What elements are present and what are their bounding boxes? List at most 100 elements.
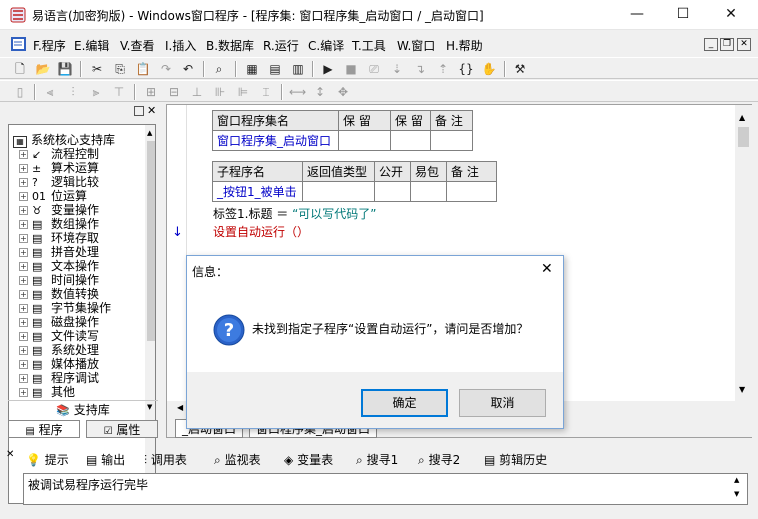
expand-icon[interactable]: + <box>19 234 28 243</box>
scroll-up-icon[interactable]: ▲ <box>147 129 152 137</box>
expand-icon[interactable]: + <box>19 206 28 215</box>
tree-item[interactable]: + ♉ 变量操作 <box>19 203 99 217</box>
expand-icon[interactable]: + <box>19 332 28 341</box>
align-left-icon[interactable]: ⫷ <box>42 84 58 100</box>
align-right-icon[interactable]: ⫸ <box>88 84 104 100</box>
expand-icon[interactable]: + <box>19 248 28 257</box>
mdi-close-button[interactable]: ✕ <box>737 38 751 51</box>
cut-icon[interactable]: ✂ <box>89 61 105 77</box>
scroll-thumb[interactable] <box>147 141 155 341</box>
scroll-down-icon[interactable]: ▼ <box>734 490 739 498</box>
sub-package-cell[interactable] <box>410 181 447 202</box>
tab-call-stack[interactable]: ⫶ 调用表 <box>144 451 187 468</box>
debug-icon[interactable]: ⚒ <box>512 61 528 77</box>
new-file-icon[interactable]: 🗋 <box>12 61 28 77</box>
layout-3-icon[interactable]: ▥ <box>290 61 306 77</box>
center-h-icon[interactable]: ⊞ <box>143 84 159 100</box>
stop-icon[interactable]: ■ <box>343 61 359 77</box>
panel-close-icon[interactable]: ✕ <box>147 104 156 117</box>
align-top-icon[interactable]: ⊤ <box>111 84 127 100</box>
menu-view[interactable]: V.查看 <box>120 37 154 54</box>
tree-item[interactable]: + ± 算术运算 <box>19 161 99 175</box>
menu-tools[interactable]: T.工具 <box>352 37 386 54</box>
layout-2-icon[interactable]: ▤ <box>267 61 283 77</box>
tab-search2[interactable]: ⌕ 搜寻2 <box>418 451 460 468</box>
step-out-icon[interactable]: ⇡ <box>435 61 451 77</box>
menu-run[interactable]: R.运行 <box>263 37 299 54</box>
copy-icon[interactable]: ⎘ <box>112 61 128 77</box>
vertical-size-icon[interactable]: ↕ <box>312 84 328 100</box>
center-v-icon[interactable]: ⊟ <box>166 84 182 100</box>
step-into-icon[interactable]: ⇣ <box>389 61 405 77</box>
scroll-up-icon[interactable]: ▲ <box>734 476 739 484</box>
tab-program[interactable]: ▤ 程序 <box>8 420 80 438</box>
same-height-icon[interactable]: ⌶ <box>258 84 274 100</box>
undo-icon[interactable]: ↶ <box>180 61 196 77</box>
expand-icon[interactable]: + <box>19 388 28 397</box>
tree-item[interactable]: + ▤ 文本操作 <box>19 259 99 273</box>
tree-item[interactable]: + ▤ 文件读写 <box>19 329 99 343</box>
code-line-2[interactable]: 设置自动运行（） <box>213 223 309 240</box>
tree-item[interactable]: + ▤ 程序调试 <box>19 371 99 385</box>
tree-item[interactable]: + ▤ 其他 <box>19 385 75 399</box>
paste-icon[interactable]: 📋 <box>135 61 151 77</box>
assembly-table[interactable]: 窗口程序集名 保 留 保 留 备 注 窗口程序集_启动窗口 <box>212 110 473 151</box>
tab-search1[interactable]: ⌕ 搜寻1 <box>356 451 398 468</box>
minimize-button[interactable]: — <box>614 0 660 30</box>
tree-item[interactable]: + ▤ 数组操作 <box>19 217 99 231</box>
dialog-close-button[interactable]: ✕ <box>541 261 553 277</box>
same-size-icon[interactable]: ⟷ <box>289 84 306 100</box>
step-icon[interactable]: ⎚ <box>366 61 382 77</box>
layout-1-icon[interactable]: ▦ <box>244 61 260 77</box>
ok-button[interactable]: 确定 <box>361 389 448 417</box>
tab-watch[interactable]: ⌕ 监视表 <box>214 451 261 468</box>
expand-icon[interactable]: + <box>19 164 28 173</box>
menu-database[interactable]: B.数据库 <box>206 37 254 54</box>
assembly-note-cell[interactable] <box>430 130 473 151</box>
tab-variables[interactable]: ◈ 变量表 <box>284 451 333 468</box>
open-folder-icon[interactable]: 📂 <box>35 61 51 77</box>
align-center-icon[interactable]: ⫶ <box>65 84 81 100</box>
find-icon[interactable]: ⌕ <box>211 61 227 77</box>
editor-gutter[interactable]: ↓ <box>167 105 187 415</box>
mdi-restore-button[interactable]: ❐ <box>720 38 734 51</box>
hand-icon[interactable]: ✋ <box>481 61 497 77</box>
expand-icon[interactable]: + <box>19 276 28 285</box>
grid-icon[interactable]: ▯ <box>12 84 28 100</box>
scroll-thumb[interactable] <box>738 127 749 147</box>
assembly-reserved1-cell[interactable] <box>338 130 391 151</box>
expand-icon[interactable]: + <box>19 178 28 187</box>
mdi-minimize-button[interactable]: _ <box>704 38 718 51</box>
expand-icon[interactable]: + <box>19 346 28 355</box>
support-lib-tab[interactable]: 📚 支持库 <box>8 400 158 418</box>
tree-item[interactable]: + ▤ 系统处理 <box>19 343 99 357</box>
tree-item[interactable]: +01 位运算 <box>19 189 87 203</box>
menu-edit[interactable]: E.编辑 <box>74 37 109 54</box>
close-button[interactable]: ✕ <box>708 0 754 30</box>
step-over-icon[interactable]: ↴ <box>412 61 428 77</box>
expand-icon[interactable]: + <box>19 192 28 201</box>
assembly-name-cell[interactable]: 窗口程序集_启动窗口 <box>212 130 339 151</box>
braces-icon[interactable]: {} <box>458 61 474 77</box>
tree-item[interactable]: + ↙ 流程控制 <box>19 147 99 161</box>
save-icon[interactable]: 💾 <box>57 61 73 77</box>
expand-icon[interactable]: + <box>19 318 28 327</box>
tree-item[interactable]: + ▤ 磁盘操作 <box>19 315 99 329</box>
sub-return-type-cell[interactable] <box>302 181 375 202</box>
tree-item[interactable]: + ▤ 时间操作 <box>19 273 99 287</box>
menu-insert[interactable]: I.插入 <box>165 37 196 54</box>
scroll-down-icon[interactable]: ▼ <box>739 385 745 394</box>
tree-item[interactable]: + ▤ 环境存取 <box>19 231 99 245</box>
tree-item[interactable]: + ▤ 数值转换 <box>19 287 99 301</box>
panel-close-icon[interactable]: ✕ <box>6 449 14 460</box>
scroll-left-icon[interactable]: ◀ <box>177 403 183 412</box>
tab-output[interactable]: ▤ 输出 <box>86 451 125 468</box>
scroll-up-icon[interactable]: ▲ <box>739 113 745 122</box>
tab-properties[interactable]: ☑ 属性 <box>86 420 158 438</box>
editor-vertical-scrollbar[interactable]: ▲ ▼ <box>735 105 752 401</box>
move-icon[interactable]: ✥ <box>335 84 351 100</box>
sub-name-cell[interactable]: _按钮1_被单击 <box>212 181 303 202</box>
assembly-reserved2-cell[interactable] <box>390 130 431 151</box>
same-width-icon[interactable]: ⊫ <box>235 84 251 100</box>
tree-item[interactable]: + ▤ 字节集操作 <box>19 301 111 315</box>
